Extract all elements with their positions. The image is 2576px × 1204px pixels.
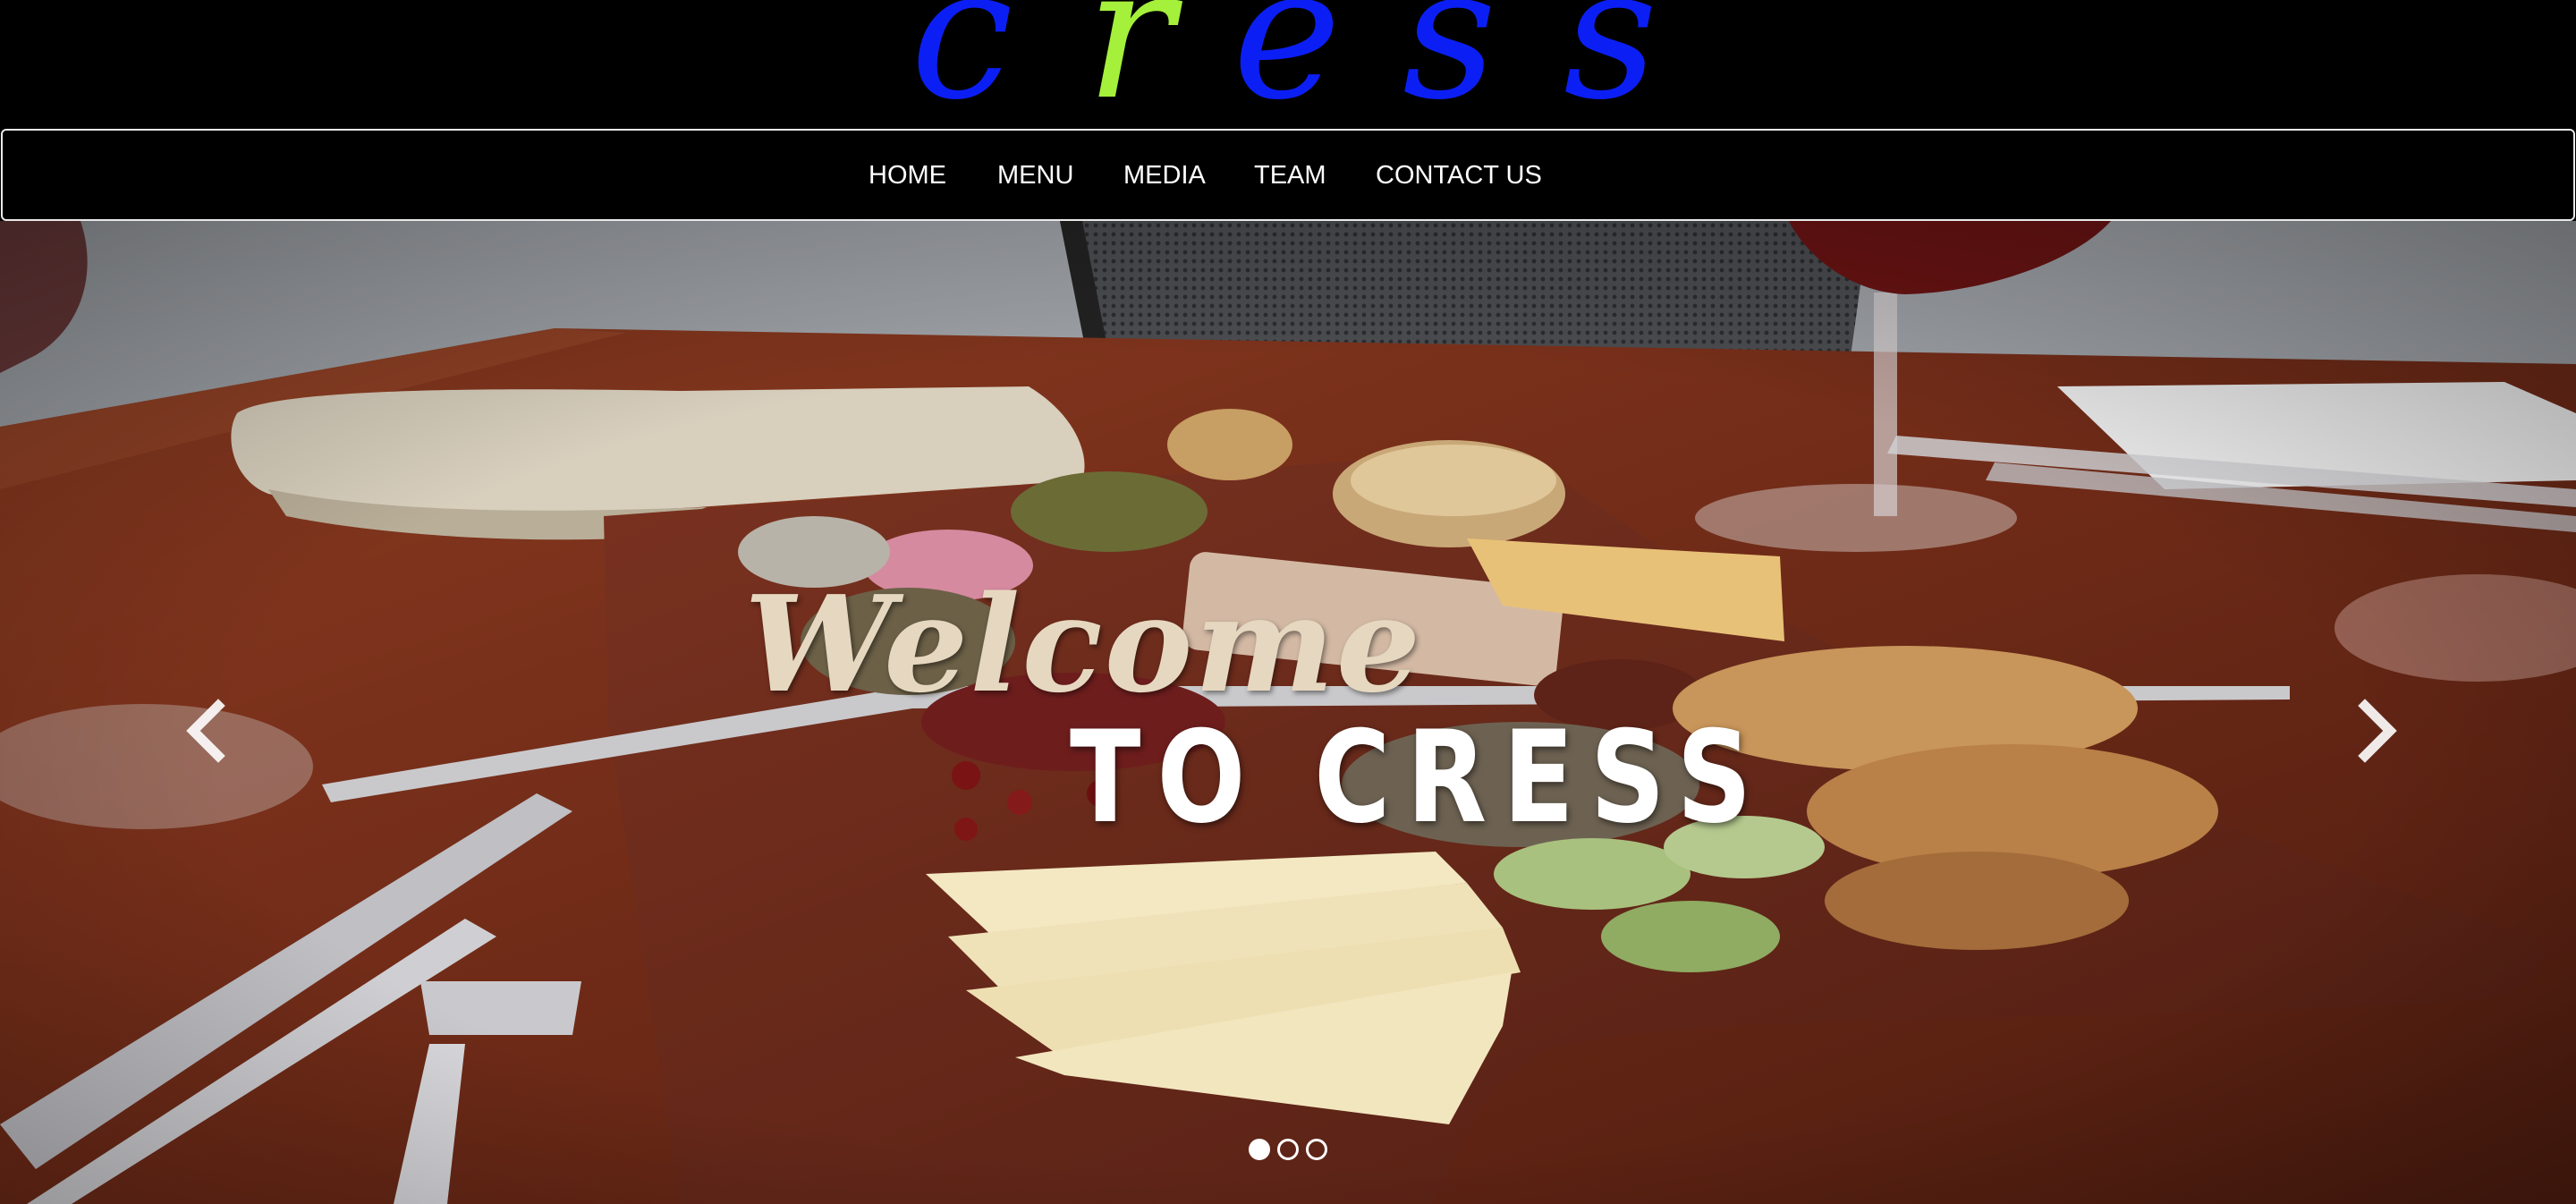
hero-carousel: Welcome TO CRESS bbox=[0, 221, 2576, 1204]
chevron-left-icon bbox=[186, 699, 225, 763]
nav-item-team[interactable]: TEAM bbox=[1254, 159, 1326, 191]
logo-letter-s1: s bbox=[1402, 0, 1497, 129]
logo-letter-r: r bbox=[1086, 0, 1174, 129]
carousel-next-button[interactable] bbox=[2351, 695, 2413, 767]
carousel-indicator-1[interactable] bbox=[1249, 1139, 1270, 1160]
carousel-indicator-2[interactable] bbox=[1277, 1139, 1299, 1160]
nav-list: HOME MENU MEDIA TEAM CONTACT US bbox=[3, 131, 2573, 219]
cress-logo[interactable]: c r e s s bbox=[911, 0, 1689, 129]
nav-item-media[interactable]: MEDIA bbox=[1123, 159, 1206, 191]
carousel-prev-button[interactable] bbox=[179, 695, 242, 767]
site-header: c r e s s bbox=[0, 0, 2576, 129]
caption-to-cress: TO CRESS bbox=[1070, 704, 1768, 852]
nav-item-menu[interactable]: MENU bbox=[997, 159, 1073, 191]
caption-welcome: Welcome bbox=[744, 566, 1423, 722]
logo-letter-s2: s bbox=[1563, 0, 1658, 129]
carousel-indicator-3[interactable] bbox=[1306, 1139, 1327, 1160]
nav-item-home[interactable]: HOME bbox=[869, 159, 946, 191]
logo-letter-c: c bbox=[911, 0, 1013, 129]
logo-letter-e: e bbox=[1233, 0, 1342, 129]
chevron-right-icon bbox=[2358, 699, 2397, 763]
main-navbar: HOME MENU MEDIA TEAM CONTACT US bbox=[1, 129, 2575, 221]
carousel-indicators bbox=[1247, 1137, 1331, 1162]
nav-item-contact[interactable]: CONTACT US bbox=[1376, 159, 1542, 191]
